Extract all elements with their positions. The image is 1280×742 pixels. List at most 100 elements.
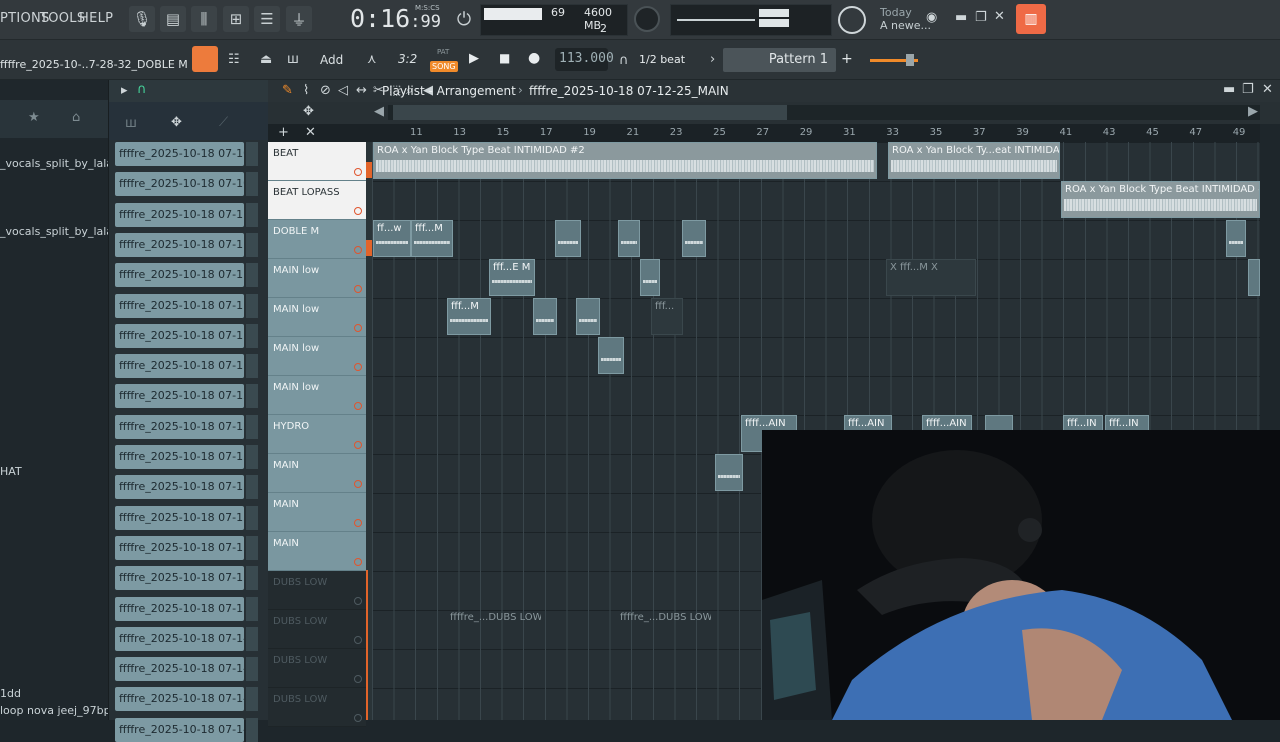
channel-button[interactable]: ffffre_2025-10-18 07-14-...: [115, 626, 244, 651]
maximize-icon[interactable]: ❐: [1242, 82, 1254, 97]
track-mute-dot[interactable]: [354, 207, 362, 215]
track-mute-dot[interactable]: [354, 246, 362, 254]
pattern-clip[interactable]: [618, 220, 640, 257]
move-icon[interactable]: ✥: [303, 104, 314, 119]
power-icon[interactable]: ⏻: [451, 6, 477, 32]
track-mute-dot[interactable]: [354, 441, 362, 449]
track-mute-dot[interactable]: [354, 168, 362, 176]
muted-clip[interactable]: X fff...M X: [886, 259, 976, 296]
add-button[interactable]: Add: [320, 53, 343, 67]
pattern-clip[interactable]: fff...M: [447, 298, 491, 335]
channel-button[interactable]: ffffre_2025-10-18 07-11-...: [115, 354, 244, 379]
channel-select-strip[interactable]: [246, 475, 258, 500]
delete-icon[interactable]: ⊘: [320, 83, 331, 98]
channel-select-strip[interactable]: [246, 232, 258, 257]
move-icon[interactable]: ✥: [171, 115, 182, 130]
pattern-clip[interactable]: fff...E M: [489, 259, 535, 296]
magnet-icon[interactable]: ∩: [137, 82, 147, 97]
news-text[interactable]: A newe...: [880, 19, 931, 32]
snap-select[interactable]: 1/2 beat: [639, 53, 685, 66]
star-icon[interactable]: ★: [28, 110, 40, 125]
pitch-knob[interactable]: [838, 6, 866, 34]
track-mute-dot[interactable]: [354, 675, 362, 683]
track-header[interactable]: DUBS LOW: [268, 610, 366, 649]
channel-select-strip[interactable]: [246, 293, 258, 318]
metronome-icon[interactable]: ⏏: [260, 52, 272, 67]
track-header[interactable]: DUBS LOW: [268, 649, 366, 688]
track-mute-dot[interactable]: [354, 558, 362, 566]
track-mute-dot[interactable]: [354, 402, 362, 410]
grid-icon[interactable]: ☷: [228, 52, 240, 67]
scroll-left-icon[interactable]: ◀: [374, 104, 384, 119]
track-mute-dot[interactable]: [354, 714, 362, 722]
pattern-clip[interactable]: fff...M: [411, 220, 453, 257]
wave-icon[interactable]: ш: [287, 52, 299, 67]
mixer-icon[interactable]: ⫼: [191, 6, 217, 32]
track-header[interactable]: HYDRO: [268, 415, 366, 454]
piano-roll-icon[interactable]: ⊞: [223, 6, 249, 32]
channel-button[interactable]: ffffre_2025-10-18 07-14-...: [115, 657, 244, 682]
track-header[interactable]: MAIN low: [268, 298, 366, 337]
close-track-icon[interactable]: ✕: [305, 125, 316, 140]
pencil-icon[interactable]: ✎: [282, 83, 293, 98]
channel-select-strip[interactable]: [246, 172, 258, 197]
browser-item[interactable]: HAT: [0, 465, 22, 478]
pattern-clip[interactable]: [682, 220, 706, 257]
song-toggle[interactable]: SONG: [430, 61, 458, 72]
track-mute-dot[interactable]: [354, 519, 362, 527]
channel-select-strip[interactable]: [246, 717, 258, 742]
track-header[interactable]: MAIN low: [268, 337, 366, 376]
channel-button[interactable]: ffffre_2025-10-18 07-13-...: [115, 535, 244, 560]
channel-select-strip[interactable]: [246, 142, 258, 166]
fl-logo-icon[interactable]: ▥: [1016, 4, 1046, 34]
scroll-right-icon[interactable]: ▶: [1248, 104, 1258, 119]
piano-icon[interactable]: ш: [125, 116, 137, 131]
brush-icon[interactable]: ⟋: [219, 115, 228, 130]
track-mute-dot[interactable]: [354, 363, 362, 371]
slider-handle[interactable]: [906, 54, 914, 66]
channel-button[interactable]: ffffre_2025-10-18 07-12-...: [115, 384, 244, 409]
channel-select-strip[interactable]: [246, 384, 258, 409]
brush-icon[interactable]: ⌇: [303, 83, 309, 98]
channel-button[interactable]: ffffre_2025-10-18 07-13-...: [115, 445, 244, 469]
browser-item[interactable]: loop nova jeej_97bpm: [0, 704, 121, 717]
pat-toggle[interactable]: PAT: [437, 48, 449, 56]
master-volume-knob[interactable]: [634, 6, 660, 32]
pattern-prev-icon[interactable]: ›: [710, 52, 715, 67]
channel-select-strip[interactable]: [246, 596, 258, 621]
tempo-display[interactable]: 113.000: [555, 48, 614, 71]
track-mute-dot[interactable]: [354, 636, 362, 644]
pattern-clip[interactable]: [598, 337, 624, 374]
channel-button[interactable]: ffffre_2025-10-18 07-11-...: [115, 323, 244, 348]
magnet-icon[interactable]: ∩: [619, 53, 629, 68]
pattern-selector[interactable]: Pattern 1: [723, 48, 836, 72]
channel-select-strip[interactable]: [246, 687, 258, 712]
add-pattern-button[interactable]: +: [841, 51, 853, 67]
track-header[interactable]: BEAT: [268, 142, 366, 181]
play-arrow-icon[interactable]: ▸: [121, 83, 128, 98]
pattern-clip[interactable]: [1248, 259, 1260, 296]
audio-clip[interactable]: ROA x Yan Block Type Beat INTIMIDAD #6: [1061, 181, 1260, 218]
track-header[interactable]: BEAT LOPASS: [268, 181, 366, 220]
channel-select-strip[interactable]: [246, 202, 258, 227]
channel-select-strip[interactable]: [246, 626, 258, 651]
close-icon[interactable]: ✕: [994, 9, 1005, 24]
pattern-clip[interactable]: [640, 259, 660, 296]
add-track-icon[interactable]: +: [278, 125, 289, 140]
channel-button[interactable]: ffffre_2025-10-18 07-13-...: [115, 596, 244, 621]
channel-select-strip[interactable]: [246, 535, 258, 560]
audio-clip[interactable]: ROA x Yan Block Ty...eat INTIMIDAD #4: [888, 142, 1060, 179]
typing-keyboard-icon[interactable]: [192, 46, 218, 72]
channel-button[interactable]: ffffre_2025-10-18 07-12-...: [115, 414, 244, 439]
close-icon[interactable]: ✕: [1262, 82, 1273, 97]
channel-select-strip[interactable]: [246, 657, 258, 682]
playlist-icon[interactable]: ▤: [160, 6, 186, 32]
track-header[interactable]: DOBLE M: [268, 220, 366, 259]
channel-rack-icon[interactable]: ☰: [254, 6, 280, 32]
pattern-snap-icon[interactable]: ⋏: [367, 52, 377, 67]
pattern-clip[interactable]: [533, 298, 557, 335]
track-mute-dot[interactable]: [354, 597, 362, 605]
track-header[interactable]: DUBS LOW: [268, 688, 366, 727]
pattern-clip[interactable]: [555, 220, 581, 257]
track-header[interactable]: MAIN: [268, 532, 366, 571]
